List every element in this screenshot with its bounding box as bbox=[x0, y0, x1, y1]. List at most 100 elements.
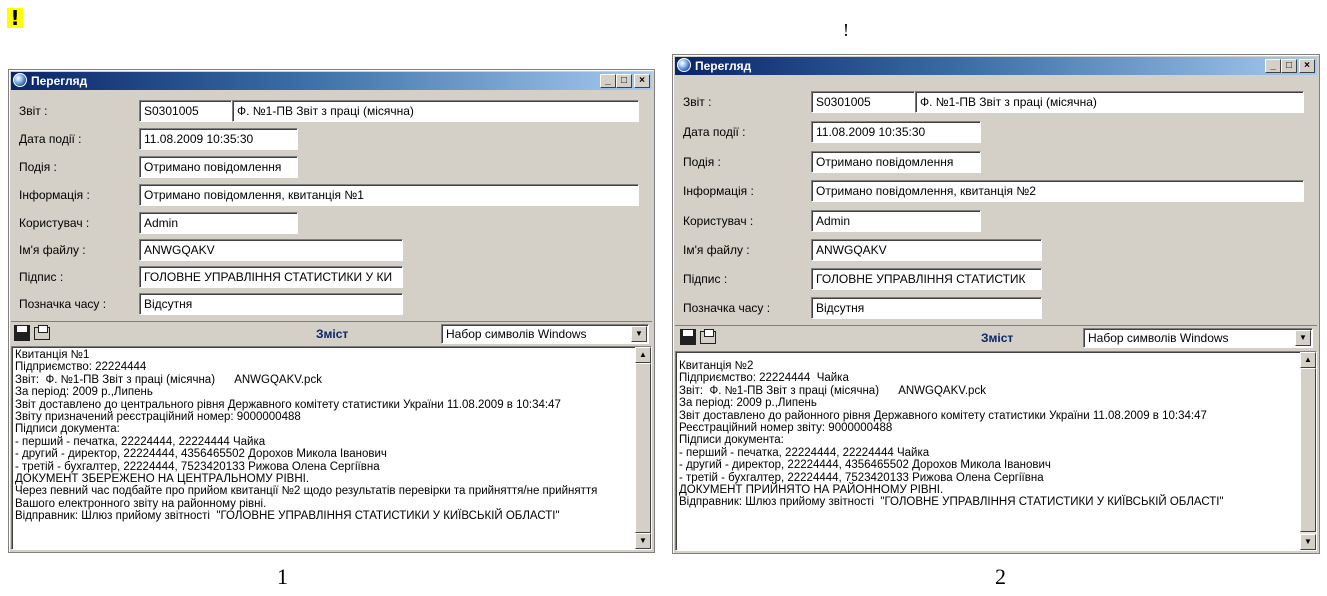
encoding-value: Набор символів Windows bbox=[446, 327, 587, 341]
text-line: Звіт: Ф. №1-ПВ Звіт з праці (місячна) AN… bbox=[679, 384, 986, 397]
text-line: Підприємство: 22224444 bbox=[15, 361, 147, 374]
user-field[interactable]: Admin bbox=[139, 212, 298, 234]
encoding-select[interactable]: Набор символів Windows ▼ bbox=[441, 324, 649, 344]
event-date-field[interactable]: 11.08.2009 10:35:30 bbox=[811, 121, 981, 143]
label-event-date: Дата події : bbox=[683, 125, 746, 139]
text-line: За період: 2009 р.,Липень bbox=[679, 397, 817, 410]
caption-left: 1 bbox=[277, 564, 288, 589]
timestamp-field[interactable]: Відсутня bbox=[811, 297, 1042, 319]
print-icon[interactable] bbox=[34, 325, 50, 340]
receipt-text-area[interactable]: Квитанція №1 Підприємство: 22224444 Звіт: … bbox=[11, 346, 652, 550]
event-field[interactable]: Отримано повідомлення bbox=[811, 151, 981, 173]
signature-field[interactable]: ГОЛОВНЕ УПРАВЛІННЯ СТАТИСТИК bbox=[811, 268, 1042, 290]
text-line: Звіт: Ф. №1-ПВ Звіт з праці (місячна) AN… bbox=[15, 373, 322, 386]
label-event-date: Дата події : bbox=[19, 132, 82, 146]
label-file-name: Ім'я файлу : bbox=[19, 243, 86, 257]
close-button[interactable]: × bbox=[1299, 59, 1315, 73]
text-line: Через певний час подбайте про прийом кви… bbox=[15, 485, 598, 498]
text-line: Звіт доставлено до районного рівня Держа… bbox=[679, 409, 1207, 422]
text-line: - третій - бухгалтер, 22224444, 75234201… bbox=[679, 471, 1044, 484]
text-line: Квитанція №2 bbox=[679, 360, 754, 372]
encoding-select[interactable]: Набор символів Windows ▼ bbox=[1083, 328, 1313, 348]
app-icon bbox=[677, 58, 691, 72]
label-report: Звіт : bbox=[19, 104, 48, 118]
info-field[interactable]: Отримано повідомлення, квитанція №2 bbox=[811, 180, 1304, 202]
receipt-text: Квитанція №2 Підприємство: 22224444 Чайка… bbox=[679, 360, 1224, 509]
maximize-button[interactable]: □ bbox=[616, 74, 632, 88]
report-code-field[interactable]: S0301005 bbox=[811, 91, 915, 113]
text-line: - перший - печатка, 22224444, 22224444 Ч… bbox=[679, 446, 930, 459]
text-line: За період: 2009 р.,Липень bbox=[15, 386, 153, 399]
window-title: Перегляд bbox=[695, 59, 752, 73]
encoding-value: Набор символів Windows bbox=[1088, 331, 1229, 345]
text-line: Звіт доставлено до центрального рівня Де… bbox=[15, 398, 561, 411]
user-field[interactable]: Admin bbox=[811, 210, 981, 232]
label-user: Користувач : bbox=[683, 214, 754, 228]
report-name-field[interactable]: Ф. №1-ПВ Звіт з праці (місячна) bbox=[915, 91, 1304, 113]
scroll-down-icon[interactable]: ▼ bbox=[1300, 534, 1316, 550]
save-icon[interactable] bbox=[14, 325, 30, 341]
text-line: - третій - бухгалтер, 22224444, 75234201… bbox=[15, 460, 380, 473]
content-toolbar: Зміст Набор символів Windows ▼ bbox=[675, 325, 1317, 349]
text-line: - другий - директор, 22224444, 435646550… bbox=[15, 448, 387, 461]
text-line: Підприємство: 22224444 Чайка bbox=[679, 372, 849, 385]
file-name-field[interactable]: ANWGQAKV bbox=[811, 239, 1042, 261]
text-line: Відправник: Шлюз прийому звітності "ГОЛО… bbox=[15, 510, 560, 523]
text-line: ДОКУМЕНТ ПРИЙНЯТО НА РАЙОННОМУ РІВНІ. bbox=[679, 484, 944, 497]
label-info: Інформація : bbox=[19, 188, 90, 202]
scroll-down-icon[interactable]: ▼ bbox=[635, 533, 651, 549]
label-info: Інформація : bbox=[683, 184, 754, 198]
scroll-thumb[interactable] bbox=[1300, 368, 1316, 532]
receipt-text-area[interactable]: Квитанція №2 Підприємство: 22224444 Чайка… bbox=[675, 351, 1317, 551]
chevron-down-icon[interactable]: ▼ bbox=[1295, 330, 1311, 346]
text-line: Вашого електронного звіту на районному р… bbox=[15, 497, 267, 510]
label-signature: Підпис : bbox=[19, 270, 64, 284]
scroll-thumb[interactable] bbox=[635, 363, 651, 533]
signature-field[interactable]: ГОЛОВНЕ УПРАВЛІННЯ СТАТИСТИКИ У КИ bbox=[139, 266, 403, 288]
file-name-field[interactable]: ANWGQAKV bbox=[139, 239, 403, 261]
window-title: Перегляд bbox=[31, 74, 88, 88]
label-timestamp: Позначка часу : bbox=[683, 301, 771, 315]
vertical-scrollbar[interactable]: ▲ ▼ bbox=[1300, 352, 1316, 550]
text-line: Підписи документа: bbox=[679, 434, 784, 447]
label-event: Подія : bbox=[19, 160, 57, 174]
save-icon[interactable] bbox=[680, 329, 696, 345]
label-report: Звіт : bbox=[683, 95, 712, 109]
receipt-text: Квитанція №1 Підприємство: 22224444 Звіт: … bbox=[15, 349, 597, 523]
chevron-down-icon[interactable]: ▼ bbox=[631, 326, 647, 342]
event-field[interactable]: Отримано повідомлення bbox=[139, 156, 298, 178]
preview-window-2: Перегляд _ □ × Звіт : S0301005 Ф. №1-ПВ … bbox=[672, 54, 1320, 554]
scroll-up-icon[interactable]: ▲ bbox=[1300, 352, 1316, 368]
label-user: Користувач : bbox=[19, 216, 90, 230]
contents-label: Зміст bbox=[981, 331, 1014, 345]
print-icon[interactable] bbox=[700, 329, 716, 344]
close-button[interactable]: × bbox=[634, 74, 650, 88]
text-line: Відправник: Шлюз прийому звітності "ГОЛО… bbox=[679, 496, 1224, 509]
preview-window-1: Перегляд _ □ × Звіт : S0301005 Ф. №1-ПВ … bbox=[8, 69, 655, 553]
maximize-button[interactable]: □ bbox=[1281, 59, 1297, 73]
content-toolbar: Зміст Набор символів Windows ▼ bbox=[11, 321, 652, 345]
vertical-scrollbar[interactable]: ▲ ▼ bbox=[635, 347, 651, 549]
contents-label: Зміст bbox=[316, 327, 349, 341]
text-line: - другий - директор, 22224444, 435646550… bbox=[679, 459, 1051, 472]
exclamation-mark: ! bbox=[843, 20, 849, 40]
event-date-field[interactable]: 11.08.2009 10:35:30 bbox=[139, 128, 298, 150]
info-field[interactable]: Отримано повідомлення, квитанція №1 bbox=[139, 184, 639, 206]
text-line: Звіту призначений реєстраційний номер: 9… bbox=[15, 411, 301, 424]
caption-right: 2 bbox=[995, 564, 1006, 589]
minimize-button[interactable]: _ bbox=[600, 74, 616, 88]
text-line: ДОКУМЕНТ ЗБЕРЕЖЕНО НА ЦЕНТРАЛЬНОМУ РІВНІ… bbox=[15, 473, 310, 486]
scroll-up-icon[interactable]: ▲ bbox=[635, 347, 651, 363]
title-bar[interactable]: Перегляд _ □ × bbox=[675, 57, 1317, 75]
title-bar[interactable]: Перегляд _ □ × bbox=[11, 72, 652, 90]
text-line: - перший - печатка, 22224444, 22224444 Ч… bbox=[15, 435, 266, 448]
text-line: Квитанція №1 bbox=[15, 349, 90, 361]
warning-mark: ! bbox=[7, 8, 23, 28]
app-icon bbox=[13, 73, 27, 87]
report-name-field[interactable]: Ф. №1-ПВ Звіт з праці (місячна) bbox=[232, 100, 639, 122]
text-line: Реєстраційний номер звіту: 9000000488 bbox=[679, 422, 893, 435]
minimize-button[interactable]: _ bbox=[1265, 59, 1281, 73]
report-code-field[interactable]: S0301005 bbox=[139, 100, 232, 122]
text-line: Підписи документа: bbox=[15, 423, 120, 436]
timestamp-field[interactable]: Відсутня bbox=[139, 293, 403, 315]
